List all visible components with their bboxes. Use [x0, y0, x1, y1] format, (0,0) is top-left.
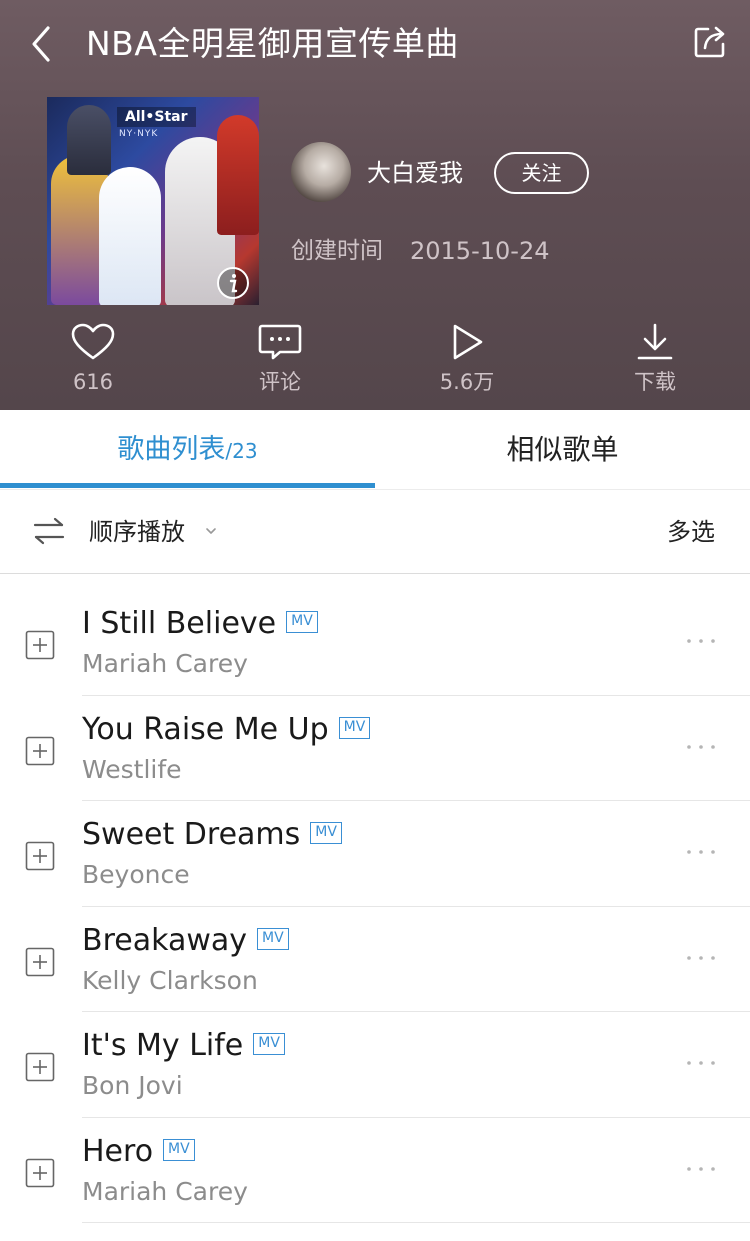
download-icon [637, 323, 673, 360]
song-artist: Beyonce [82, 860, 190, 889]
comment-label: 评论 [259, 370, 301, 394]
cover-figure [67, 105, 111, 175]
back-button[interactable] [22, 22, 62, 66]
mv-badge[interactable]: MV [257, 927, 289, 950]
more-options-icon[interactable] [684, 740, 718, 754]
chevron-down-icon[interactable] [204, 526, 218, 536]
song-title-text: Hero [82, 1133, 154, 1169]
song-title: It's My Life MV [82, 1026, 285, 1066]
play-mode-label[interactable]: 顺序播放 [89, 514, 185, 550]
tab-song-count: /23 [225, 439, 258, 463]
more-options-icon[interactable] [684, 1162, 718, 1176]
creator-name[interactable]: 大白爱我 [367, 156, 463, 190]
play-all-button[interactable]: 5.6万 [407, 322, 527, 404]
song-row[interactable]: Sweet Dreams MV Beyonce [0, 801, 750, 907]
more-options-icon[interactable] [684, 951, 718, 965]
add-to-playlist-icon[interactable] [25, 630, 55, 660]
download-button[interactable]: 下载 [595, 322, 715, 404]
mv-badge[interactable]: MV [253, 1033, 285, 1055]
tab-similar-playlists[interactable]: 相似歌单 [375, 410, 750, 490]
more-options-icon[interactable] [684, 845, 718, 859]
song-title-text: Breakaway [82, 922, 247, 958]
song-row[interactable]: I Still Believe MV Mariah Carey [0, 590, 750, 696]
tab-song-list-label: 歌曲列表 [117, 434, 226, 465]
song-artist: Westlife [82, 754, 182, 784]
comment-icon [258, 324, 302, 360]
cover-figure [217, 115, 259, 235]
created-label: 创建时间 [291, 238, 383, 264]
page-title: NBA全明星御用宣传单曲 [86, 24, 459, 63]
created-date: 2015-10-24 [410, 237, 550, 265]
song-title: I Still Believe MV [82, 604, 318, 644]
song-title: Sweet Dreams MV [82, 815, 342, 855]
info-circle-icon [217, 267, 249, 299]
song-title: You Raise Me Up MV [82, 710, 371, 750]
more-options-icon[interactable] [684, 634, 718, 648]
download-label: 下载 [634, 370, 676, 394]
song-artist: Bon Jovi [82, 1071, 183, 1100]
playlist-header: NBA全明星御用宣传单曲 All•Star NY·NYK 大白爱我 关注 创建时… [0, 0, 750, 410]
cover-figure [99, 167, 161, 305]
tab-song-list[interactable]: 歌曲列表/23 [0, 410, 375, 490]
heart-icon [71, 323, 115, 360]
add-to-playlist-icon[interactable] [25, 1052, 55, 1082]
like-count: 616 [72, 370, 114, 394]
song-row[interactable]: Breakaway MV Kelly Clarkson [0, 907, 750, 1013]
more-options-icon[interactable] [684, 1056, 718, 1070]
info-icon[interactable] [216, 266, 250, 300]
comment-button[interactable]: 评论 [220, 322, 340, 404]
song-artist: Kelly Clarkson [82, 965, 258, 995]
song-title: Breakaway MV [82, 921, 289, 961]
song-list: I Still Believe MV Mariah Carey You Raise… [0, 590, 750, 1223]
tab-bar: 歌曲列表/23 相似歌单 [0, 410, 750, 490]
song-row[interactable]: Hero MV Mariah Carey [0, 1118, 750, 1224]
play-count: 5.6万 [439, 370, 495, 394]
play-mode-bar: 顺序播放 多选 [0, 490, 750, 574]
share-button[interactable] [692, 24, 728, 60]
song-artist: Mariah Carey [82, 1176, 248, 1206]
mv-badge[interactable]: MV [310, 822, 342, 844]
like-button[interactable]: 616 [33, 322, 153, 404]
creator-avatar[interactable] [291, 142, 351, 202]
song-row[interactable]: You Raise Me Up MV Westlife [0, 696, 750, 802]
add-to-playlist-icon[interactable] [25, 841, 55, 871]
sequential-play-icon[interactable] [32, 516, 66, 546]
multi-select-button[interactable]: 多选 [667, 514, 715, 550]
mv-badge[interactable]: MV [338, 716, 371, 739]
active-tab-indicator [0, 483, 375, 488]
mv-badge[interactable]: MV [286, 611, 318, 633]
mv-badge[interactable]: MV [163, 1138, 195, 1161]
top-bar: NBA全明星御用宣传单曲 [0, 0, 750, 90]
share-icon [694, 26, 725, 58]
song-title-text: You Raise Me Up [82, 711, 329, 747]
follow-button[interactable]: 关注 [494, 152, 589, 194]
song-artist: Mariah Carey [82, 649, 248, 678]
song-title-text: Sweet Dreams [82, 817, 301, 852]
song-row[interactable]: It's My Life MV Bon Jovi [0, 1012, 750, 1118]
song-title-text: I Still Believe [82, 606, 277, 641]
cover-badge: All•Star [117, 107, 196, 127]
add-to-playlist-icon[interactable] [25, 736, 55, 766]
chevron-left-icon [32, 26, 50, 62]
cover-subtext: NY·NYK [119, 129, 159, 139]
song-title-text: It's My Life [82, 1028, 244, 1063]
song-title: Hero MV [82, 1132, 195, 1172]
play-icon [453, 324, 483, 360]
add-to-playlist-icon[interactable] [25, 947, 55, 977]
add-to-playlist-icon[interactable] [25, 1158, 55, 1188]
